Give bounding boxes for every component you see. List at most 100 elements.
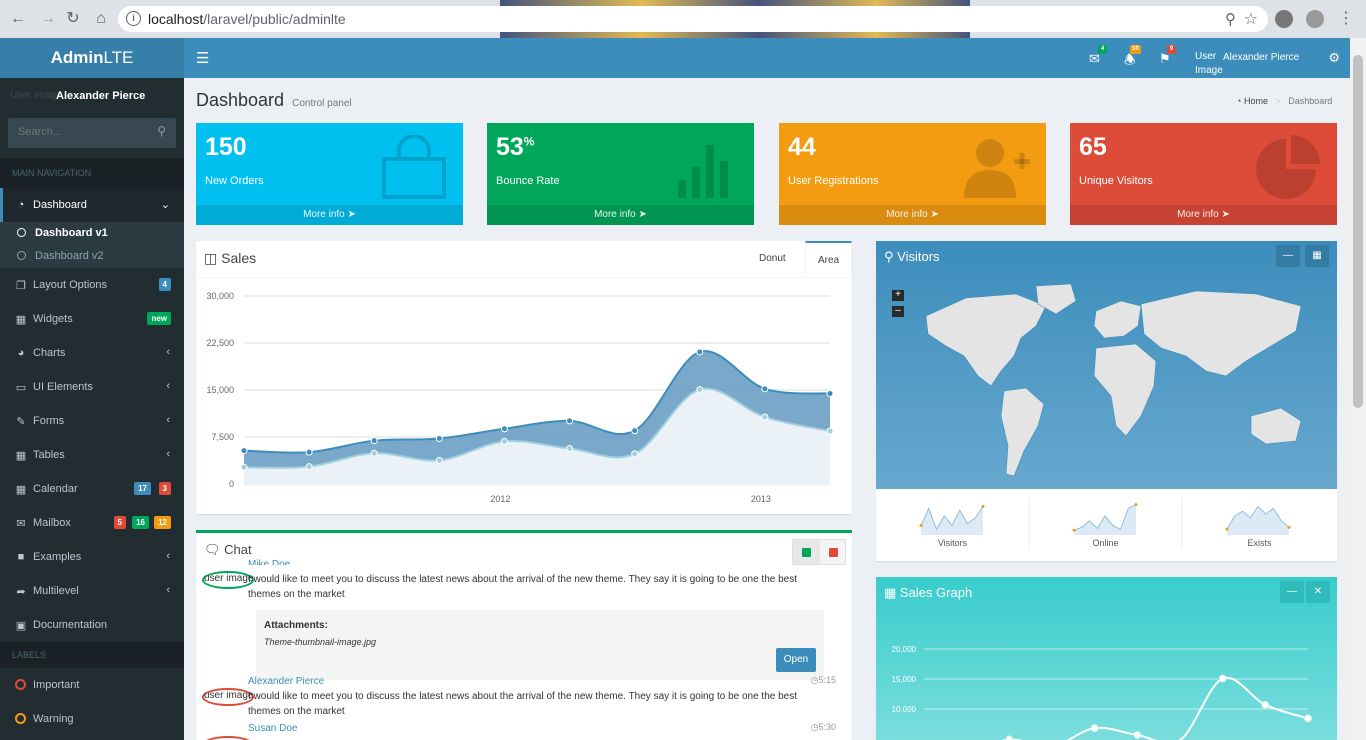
bell-icon[interactable]: 🕭 — [1124, 51, 1136, 73]
sidebar-label-important[interactable]: Important — [0, 668, 184, 702]
user-name[interactable]: Alexander Pierce — [1223, 52, 1299, 63]
sidebar-item-multilevel[interactable]: ➦ Multilevel ‹ — [0, 574, 184, 608]
sidebar-item-label: Mailbox — [33, 517, 71, 529]
folder-icon: ■ — [17, 551, 25, 563]
site-info-icon[interactable]: i — [126, 11, 141, 26]
data-point — [435, 456, 443, 464]
chevron-down-icon: ⌄ — [160, 199, 170, 211]
sidebar-item-dashboard[interactable]: ◔ Dashboard ⌄ — [0, 188, 184, 222]
visitors-map-panel: ⚲ Visitors — ▦ + – — [876, 241, 1337, 489]
share-icon: ➦ — [16, 586, 26, 598]
data-point — [1261, 700, 1270, 709]
sidebar-header-labels: LABELS — [0, 642, 184, 668]
app-logo[interactable]: AdminLTE — [0, 38, 184, 78]
sidebar-header-main: MAIN NAVIGATION — [0, 158, 184, 188]
breadcrumb-home[interactable]: Home — [1244, 96, 1268, 106]
more-info-link[interactable]: More info ➤ — [1070, 205, 1337, 225]
data-point — [370, 437, 378, 445]
stat-box-new-orders: 150 New Orders More info ➤ — [196, 123, 463, 225]
zoom-out-button[interactable]: – — [892, 306, 904, 317]
reload-icon[interactable]: ↻ — [63, 9, 83, 29]
bar-chart-icon — [678, 145, 728, 198]
zoom-icon[interactable]: ⚲ — [1225, 10, 1236, 28]
sidebar-search-input[interactable] — [18, 126, 148, 138]
chat-sender-name[interactable]: Susan Doe — [248, 723, 297, 734]
calendar-badge-red: 3 — [158, 482, 171, 495]
chat-box: 🗨 Chat Mike Doe user image I would like … — [196, 530, 852, 740]
laptop-icon: ▭ — [15, 382, 27, 394]
sidebar-item-ui-elements[interactable]: ▭ UI Elements ‹ — [0, 370, 184, 404]
sidebar-item-documentation[interactable]: ▣ Documentation — [0, 608, 184, 642]
tab-area[interactable]: Area — [805, 241, 853, 277]
sidebar-item-examples[interactable]: ■ Examples ‹ — [0, 540, 184, 574]
user-image[interactable]: User Image — [1195, 50, 1225, 78]
back-icon[interactable]: ← — [8, 9, 28, 29]
chat-sender-name[interactable]: Mike Doe — [248, 559, 290, 565]
more-info-link[interactable]: More info ➤ — [779, 205, 1046, 225]
more-info-link[interactable]: More info ➤ — [196, 205, 463, 225]
sparkline-point — [1134, 503, 1138, 507]
chevron-left-icon: ‹ — [166, 584, 170, 596]
sidebar-item-mailbox[interactable]: ✉ Mailbox 5 16 12 — [0, 506, 184, 540]
page-scrollbar[interactable] — [1350, 38, 1366, 740]
edit-icon: ✎ — [16, 416, 26, 428]
sidebar-item-layout-options[interactable]: ❐ Layout Options 4 — [0, 268, 184, 302]
remove-button[interactable]: ✕ — [1306, 581, 1330, 603]
address-bar[interactable]: i localhost/laravel/public/adminlte ⚲ ☆ — [118, 6, 1268, 32]
menu-icon[interactable]: ⋮ — [1336, 9, 1356, 29]
forward-icon[interactable]: → — [38, 9, 58, 29]
attachment-filename[interactable]: Theme-thumbnail-image.jpg — [264, 637, 376, 647]
browser-toolbar: ← → ↻ ⌂ i localhost/laravel/public/admin… — [0, 0, 1366, 38]
circle-yellow-icon — [15, 713, 26, 724]
sidebar-item-tables[interactable]: ▦ Tables ‹ — [0, 438, 184, 472]
sidebar-subitem-dashboard-v2[interactable]: Dashboard v2 — [0, 245, 184, 268]
url-text[interactable]: localhost/laravel/public/adminlte — [148, 11, 346, 27]
world-map — [925, 283, 1302, 477]
gears-icon[interactable]: ⚙ — [1328, 50, 1340, 66]
open-button[interactable]: Open — [776, 648, 816, 672]
sparkline-point — [1287, 525, 1291, 529]
visitors-box: ⚲ Visitors — ▦ + – Visitors Online Exist… — [876, 241, 1337, 561]
scrollbar-thumb[interactable] — [1353, 55, 1363, 408]
subitem-label: Dashboard v2 — [35, 250, 104, 262]
collapse-button[interactable]: — — [1276, 245, 1300, 267]
offline-button[interactable] — [820, 540, 847, 564]
more-info-link[interactable]: More info ➤ — [487, 205, 754, 225]
bookmark-star-icon[interactable]: ☆ — [1244, 9, 1258, 29]
globe-icon[interactable] — [1306, 10, 1324, 28]
zoom-in-button[interactable]: + — [892, 290, 904, 301]
chevron-left-icon: ‹ — [166, 346, 170, 358]
sidebar-item-forms[interactable]: ✎ Forms ‹ — [0, 404, 184, 438]
home-icon[interactable]: ⌂ — [91, 9, 111, 29]
stat-label: User Registrations — [788, 175, 879, 187]
data-point — [761, 385, 769, 393]
sidebar-item-charts[interactable]: ◕ Charts ‹ — [0, 336, 184, 370]
tab-donut[interactable]: Donut — [747, 241, 798, 277]
chat-sender-name[interactable]: Alexander Pierce — [248, 676, 324, 687]
sidebar-label-warning[interactable]: Warning — [0, 702, 184, 736]
collapse-button[interactable]: — — [1280, 581, 1304, 603]
avatar: user image — [204, 573, 254, 584]
data-point — [761, 413, 769, 421]
online-button[interactable] — [793, 540, 820, 564]
avatar: user image — [204, 690, 254, 701]
files-icon: ❐ — [16, 280, 26, 292]
pie-chart-icon — [1256, 135, 1320, 199]
sidebar-item-widgets[interactable]: ▦ Widgets new — [0, 302, 184, 336]
chat-time: ◷5:30 — [810, 722, 836, 732]
data-point — [240, 447, 248, 455]
sidebar-toggle-icon[interactable]: ☰ — [196, 49, 209, 67]
calendar-button[interactable]: ▦ — [1305, 245, 1329, 267]
sidebar-item-label: Layout Options — [33, 279, 107, 291]
sparkline-point — [981, 505, 985, 508]
sparkline-area — [921, 506, 983, 535]
sidebar-subitem-dashboard-v1[interactable]: Dashboard v1 — [0, 222, 184, 245]
chat-time: ◷5:15 — [810, 675, 836, 685]
sparkline-label-exists: Exists — [1247, 538, 1272, 548]
attachment-box: Attachments: Theme-thumbnail-image.jpg O… — [256, 610, 824, 680]
search-icon[interactable]: ⚲ — [157, 124, 166, 138]
user-panel-image: User Image — [10, 90, 62, 101]
sidebar-item-calendar[interactable]: ▦ Calendar 17 3 — [0, 472, 184, 506]
extension-icon[interactable] — [1275, 10, 1293, 28]
stat-value: 150 — [205, 133, 247, 161]
